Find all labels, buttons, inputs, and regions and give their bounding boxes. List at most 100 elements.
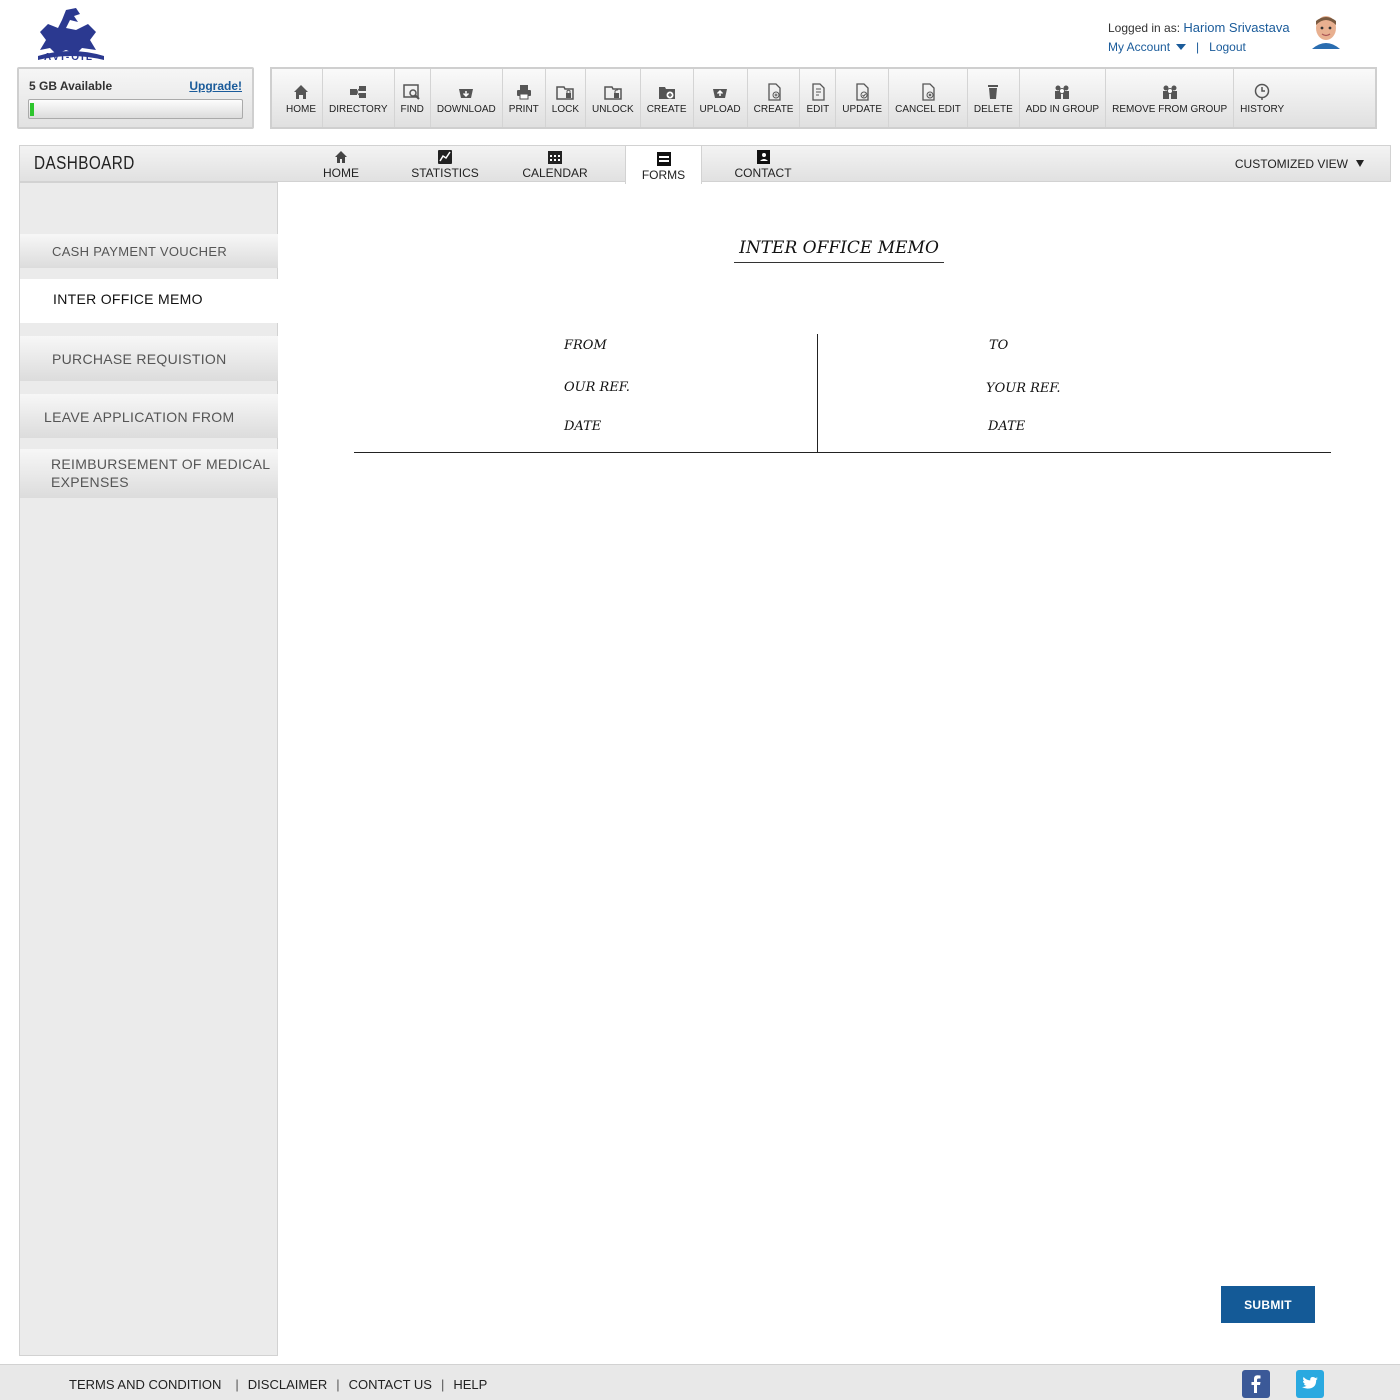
toolbar-directory-button[interactable]: DIRECTORY	[323, 69, 395, 127]
logout-link[interactable]: Logout	[1209, 40, 1246, 54]
statistics-icon	[438, 150, 452, 164]
customized-view-label: CUSTOMIZED VIEW	[1234, 157, 1348, 171]
toolbar-label: EDIT	[806, 104, 830, 115]
from-label: FROM	[564, 338, 607, 353]
logged-in-label: Logged in as:	[1108, 21, 1181, 35]
toolbar-history-button[interactable]: HISTORY	[1234, 69, 1290, 127]
page: AVI-OIL Logged in as: Hariom Srivastava …	[0, 0, 1400, 1400]
sidebar-item-label: INTER OFFICE MEMO	[53, 291, 203, 307]
unlock-icon	[604, 86, 622, 100]
storage-available: 5 GB Available	[29, 79, 113, 93]
toolbar-label: REMOVE FROM GROUP	[1112, 104, 1228, 115]
toolbar-cancel-edit-button[interactable]: CANCEL EDIT	[889, 69, 968, 127]
remove-group-icon	[1162, 85, 1177, 99]
home-icon	[335, 151, 347, 163]
toolbar-label: UNLOCK	[592, 104, 634, 115]
sidebar: CASH PAYMENT VOUCHER INTER OFFICE MEMO P…	[19, 182, 278, 1356]
my-account-link[interactable]: My Account	[1108, 40, 1170, 54]
directory-icon	[350, 86, 367, 98]
sidebar-item-purchase-requistion[interactable]: PURCHASE REQUISTION	[20, 336, 278, 381]
print-icon	[516, 85, 531, 100]
toolbar-label: DIRECTORY	[329, 104, 388, 115]
sidebar-item-label: REIMBURSEMENT OF MEDICAL EXPENSES	[51, 456, 270, 490]
find-icon	[403, 84, 420, 100]
toolbar-find-button[interactable]: FIND	[395, 69, 431, 127]
toolbar-label: DELETE	[973, 104, 1013, 115]
toolbar-download-button[interactable]: DOWNLOAD	[431, 69, 503, 127]
footer-link-contact-us[interactable]: CONTACT US	[349, 1377, 432, 1392]
footer-link-help[interactable]: HELP	[453, 1377, 487, 1392]
toolbar-label: FIND	[400, 104, 424, 115]
add-group-icon	[1055, 85, 1070, 99]
toolbar-create-button[interactable]: CREATE	[748, 69, 801, 127]
toolbar-label: UPLOAD	[699, 104, 741, 115]
toolbar-print-button[interactable]: PRINT	[503, 69, 546, 127]
upload-icon	[713, 89, 728, 98]
upgrade-link[interactable]: Upgrade!	[189, 79, 242, 93]
user-info: Logged in as: Hariom Srivastava My Accou…	[1108, 20, 1290, 54]
logo-text: AVI-OIL	[44, 52, 94, 63]
tab-statistics[interactable]: STATISTICS	[410, 146, 480, 182]
caret-down-icon	[1356, 160, 1364, 167]
toolbar-add-in-group-button[interactable]: ADD IN GROUP	[1020, 69, 1107, 127]
forms-icon	[656, 152, 671, 166]
sidebar-item-leave-application[interactable]: LEAVE APPLICATION FROM	[20, 394, 278, 438]
toolbar-upload-button[interactable]: UPLOAD	[694, 69, 748, 127]
sidebar-item-reimbursement[interactable]: REIMBURSEMENT OF MEDICAL EXPENSES	[20, 449, 278, 498]
toolbar-update-button[interactable]: UPDATE	[836, 69, 890, 127]
tab-label: HOME	[323, 166, 359, 180]
to-label: TO	[989, 338, 1009, 353]
toolbar-label: LOCK	[551, 104, 580, 115]
cancel-edit-icon	[922, 83, 935, 101]
toolbar-label: DOWNLOAD	[436, 104, 496, 115]
toolbar-lock-button[interactable]: LOCK	[546, 69, 587, 127]
toolbar-label: HISTORY	[1240, 104, 1285, 115]
avatar[interactable]	[1310, 15, 1342, 49]
customized-view-dropdown[interactable]: CUSTOMIZED VIEW	[1235, 157, 1364, 171]
tab-contact[interactable]: CONTACT	[728, 146, 798, 182]
facebook-icon[interactable]	[1242, 1370, 1270, 1398]
toolbar-label: UPDATE	[842, 104, 883, 115]
lock-icon	[556, 86, 575, 100]
toolbar-label: CANCEL EDIT	[895, 104, 961, 115]
sidebar-item-cash-payment-voucher[interactable]: CASH PAYMENT VOUCHER	[20, 234, 278, 268]
toolbar-unlock-button[interactable]: UNLOCK	[586, 69, 641, 127]
date-label-left: DATE	[564, 419, 602, 434]
toolbar-delete-button[interactable]: DELETE	[968, 69, 1020, 127]
submit-button[interactable]: SUBMIT	[1221, 1286, 1315, 1323]
toolbar-create-button[interactable]: CREATE	[641, 69, 694, 127]
date-label-right: DATE	[988, 419, 1026, 434]
tab-forms[interactable]: FORMS	[625, 146, 702, 184]
toolbar-label: HOME	[286, 104, 316, 115]
chevron-down-icon[interactable]	[1176, 44, 1187, 50]
dashboard-bar: DASHBOARD HOME STATISTICS CALENDAR FORMS…	[19, 145, 1391, 184]
toolbar-remove-from-group-button[interactable]: REMOVE FROM GROUP	[1106, 69, 1235, 127]
tab-calendar[interactable]: CALENDAR	[520, 146, 590, 182]
contact-icon	[757, 150, 770, 164]
separator: |	[440, 1377, 445, 1392]
create-file-icon	[767, 83, 781, 101]
tab-label: CALENDAR	[522, 166, 588, 180]
footer: TERMS AND CONDITION | DISCLAIMER | CONTA…	[0, 1364, 1400, 1400]
sidebar-item-label: LEAVE APPLICATION FROM	[44, 409, 235, 425]
separator: |	[336, 1377, 340, 1392]
toolbar-edit-button[interactable]: EDIT	[800, 69, 837, 127]
twitter-icon[interactable]	[1296, 1370, 1324, 1398]
toolbar-home-button[interactable]: HOME	[280, 69, 323, 127]
your-ref-label: YOUR REF.	[986, 381, 1061, 396]
sidebar-item-inter-office-memo[interactable]: INTER OFFICE MEMO	[20, 279, 278, 323]
home-icon	[294, 85, 308, 99]
toolbar-label: ADD IN GROUP	[1025, 104, 1100, 115]
sidebar-item-label: CASH PAYMENT VOUCHER	[52, 244, 228, 259]
create-folder-icon	[658, 87, 675, 99]
toolbar-label: CREATE	[753, 104, 794, 115]
tab-home[interactable]: HOME	[316, 146, 366, 182]
footer-link-terms[interactable]: TERMS AND CONDITION	[69, 1377, 221, 1392]
user-name[interactable]: Hariom Srivastava	[1183, 20, 1289, 35]
tab-label: FORMS	[641, 168, 686, 182]
separator: |	[235, 1377, 239, 1392]
edit-icon	[812, 83, 825, 101]
footer-links: TERMS AND CONDITION | DISCLAIMER | CONTA…	[69, 1377, 487, 1392]
storage-panel: 5 GB Available Upgrade!	[17, 67, 254, 129]
footer-link-disclaimer[interactable]: DISCLAIMER	[248, 1377, 327, 1392]
